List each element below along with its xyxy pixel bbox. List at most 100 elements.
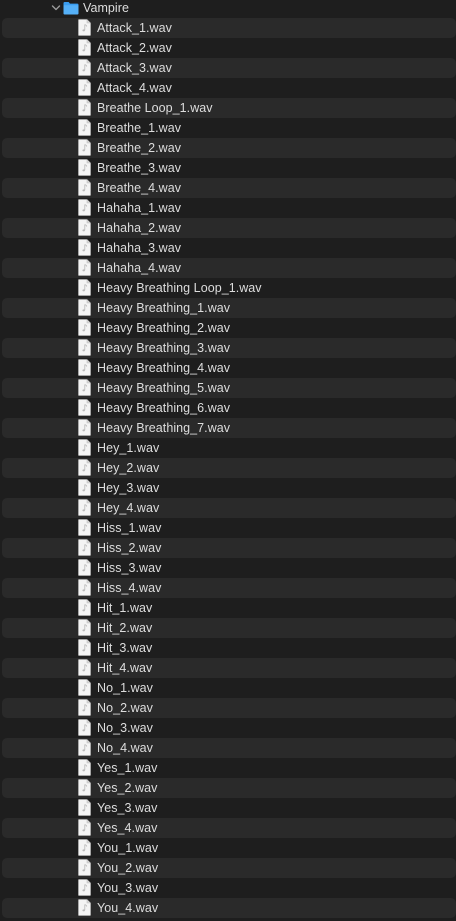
file-row[interactable]: No_3.wav xyxy=(2,718,456,738)
file-row[interactable]: Hiss_3.wav xyxy=(2,558,456,578)
audio-file-icon xyxy=(78,159,91,176)
audio-file-icon xyxy=(78,599,91,616)
file-row[interactable]: Attack_2.wav xyxy=(2,38,456,58)
file-name: Hit_2.wav xyxy=(97,621,153,635)
file-row[interactable]: Heavy Breathing_3.wav xyxy=(2,338,456,358)
file-name: Hey_3.wav xyxy=(97,481,160,495)
audio-file-icon xyxy=(78,79,91,96)
file-row[interactable]: No_2.wav xyxy=(2,698,456,718)
file-name: Hahaha_1.wav xyxy=(97,201,181,215)
file-name: Heavy Breathing_1.wav xyxy=(97,301,231,315)
audio-file-icon xyxy=(78,459,91,476)
file-row[interactable]: You_4.wav xyxy=(2,898,456,918)
file-row[interactable]: Hit_2.wav xyxy=(2,618,456,638)
audio-file-icon xyxy=(78,399,91,416)
file-row[interactable]: Attack_4.wav xyxy=(2,78,456,98)
file-row[interactable]: Hiss_4.wav xyxy=(2,578,456,598)
file-name: Hiss_1.wav xyxy=(97,521,162,535)
audio-file-icon xyxy=(78,759,91,776)
file-name: Hiss_2.wav xyxy=(97,541,162,555)
audio-file-icon xyxy=(78,99,91,116)
audio-file-icon xyxy=(78,819,91,836)
audio-file-icon xyxy=(78,179,91,196)
file-row[interactable]: Hey_1.wav xyxy=(2,438,456,458)
audio-file-icon xyxy=(78,559,91,576)
file-row[interactable]: You_3.wav xyxy=(2,878,456,898)
file-row[interactable]: Attack_1.wav xyxy=(2,18,456,38)
audio-file-icon xyxy=(78,479,91,496)
file-name: No_2.wav xyxy=(97,701,153,715)
file-row[interactable]: You_2.wav xyxy=(2,858,456,878)
file-row[interactable]: Hit_4.wav xyxy=(2,658,456,678)
audio-file-icon xyxy=(78,359,91,376)
chevron-down-icon[interactable] xyxy=(50,1,62,15)
audio-file-icon xyxy=(78,139,91,156)
file-name: Hit_1.wav xyxy=(97,601,153,615)
file-row[interactable]: Attack_3.wav xyxy=(2,58,456,78)
audio-file-icon xyxy=(78,799,91,816)
audio-file-icon xyxy=(78,619,91,636)
file-name: No_4.wav xyxy=(97,741,153,755)
audio-file-icon xyxy=(78,19,91,36)
file-name: Hit_4.wav xyxy=(97,661,153,675)
file-row[interactable]: No_4.wav xyxy=(2,738,456,758)
file-name: Hey_1.wav xyxy=(97,441,160,455)
audio-file-icon xyxy=(78,579,91,596)
file-row[interactable]: Breathe Loop_1.wav xyxy=(2,98,456,118)
audio-file-icon xyxy=(78,119,91,136)
file-name: Hey_2.wav xyxy=(97,461,160,475)
file-row[interactable]: Heavy Breathing_5.wav xyxy=(2,378,456,398)
file-row[interactable]: Heavy Breathing_2.wav xyxy=(2,318,456,338)
file-name: Hiss_3.wav xyxy=(97,561,162,575)
file-row[interactable]: No_1.wav xyxy=(2,678,456,698)
file-row[interactable]: Breathe_3.wav xyxy=(2,158,456,178)
file-name: Breathe_2.wav xyxy=(97,141,182,155)
file-row[interactable]: Heavy Breathing Loop_1.wav xyxy=(2,278,456,298)
audio-file-icon xyxy=(78,219,91,236)
file-row[interactable]: Hey_4.wav xyxy=(2,498,456,518)
file-row[interactable]: Yes_4.wav xyxy=(2,818,456,838)
file-name: You_1.wav xyxy=(97,841,159,855)
file-row[interactable]: Hit_3.wav xyxy=(2,638,456,658)
audio-file-icon xyxy=(78,539,91,556)
file-row[interactable]: Hahaha_4.wav xyxy=(2,258,456,278)
file-row[interactable]: Heavy Breathing_4.wav xyxy=(2,358,456,378)
file-name: Hiss_4.wav xyxy=(97,581,162,595)
file-row[interactable]: Hit_1.wav xyxy=(2,598,456,618)
file-row[interactable]: Hey_3.wav xyxy=(2,478,456,498)
file-row[interactable]: Hahaha_1.wav xyxy=(2,198,456,218)
audio-file-icon xyxy=(78,859,91,876)
file-row[interactable]: Breathe_1.wav xyxy=(2,118,456,138)
audio-file-icon xyxy=(78,319,91,336)
file-row[interactable]: Yes_3.wav xyxy=(2,798,456,818)
file-row[interactable]: Hiss_1.wav xyxy=(2,518,456,538)
file-name: Attack_2.wav xyxy=(97,41,172,55)
audio-file-icon xyxy=(78,379,91,396)
file-name: Hahaha_2.wav xyxy=(97,221,181,235)
audio-file-icon xyxy=(78,899,91,916)
file-row[interactable]: Breathe_4.wav xyxy=(2,178,456,198)
audio-file-icon xyxy=(78,199,91,216)
folder-row-vampire[interactable]: Vampire xyxy=(2,0,456,18)
file-row[interactable]: Hiss_2.wav xyxy=(2,538,456,558)
audio-file-icon xyxy=(78,659,91,676)
file-row[interactable]: You_1.wav xyxy=(2,838,456,858)
audio-file-icon xyxy=(78,739,91,756)
file-name: You_3.wav xyxy=(97,881,159,895)
file-row[interactable]: Heavy Breathing_7.wav xyxy=(2,418,456,438)
file-row[interactable]: Yes_2.wav xyxy=(2,778,456,798)
file-name: Yes_3.wav xyxy=(97,801,158,815)
file-row[interactable]: Hey_2.wav xyxy=(2,458,456,478)
file-row[interactable]: Heavy Breathing_1.wav xyxy=(2,298,456,318)
audio-file-icon xyxy=(78,779,91,796)
file-row[interactable]: Hahaha_2.wav xyxy=(2,218,456,238)
file-name: No_1.wav xyxy=(97,681,153,695)
file-name: Heavy Breathing_7.wav xyxy=(97,421,231,435)
file-name: Yes_2.wav xyxy=(97,781,158,795)
file-row[interactable]: Hahaha_3.wav xyxy=(2,238,456,258)
file-row[interactable]: Breathe_2.wav xyxy=(2,138,456,158)
file-row[interactable]: Heavy Breathing_6.wav xyxy=(2,398,456,418)
file-name: Hahaha_4.wav xyxy=(97,261,181,275)
audio-file-icon xyxy=(78,259,91,276)
file-row[interactable]: Yes_1.wav xyxy=(2,758,456,778)
